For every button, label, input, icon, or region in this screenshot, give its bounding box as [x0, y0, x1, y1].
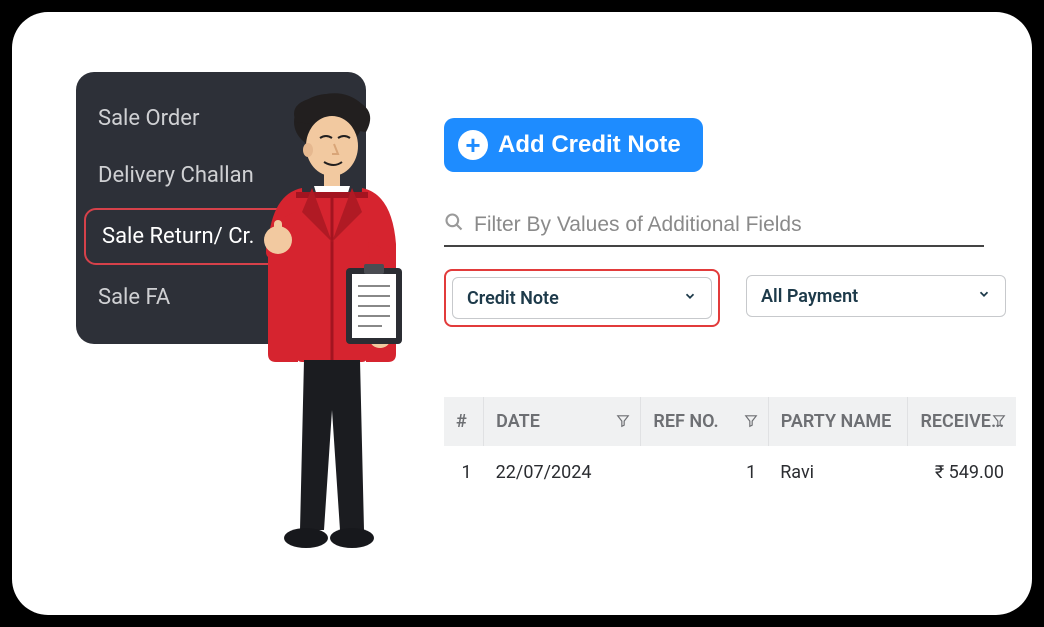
filter-row: [444, 212, 984, 247]
add-credit-note-button[interactable]: + Add Credit Note: [444, 118, 703, 172]
col-header-party[interactable]: PARTY NAME: [768, 397, 908, 446]
table-row[interactable]: 1 22/07/2024 1 Ravi ₹ 549.00: [444, 446, 1016, 499]
filter-icon[interactable]: [992, 411, 1006, 432]
filter-icon[interactable]: [744, 411, 758, 432]
type-dropdown[interactable]: Credit Note: [452, 277, 712, 319]
col-header-received[interactable]: RECEIVE…: [908, 397, 1016, 446]
cell-party: Ravi: [768, 446, 908, 499]
plus-icon: +: [458, 130, 488, 160]
sidebar: Sale Order Delivery Challan Sale Return/…: [76, 72, 366, 344]
credit-note-table: # DATE REF NO. PARTY NAME: [444, 397, 1016, 499]
cell-index: 1: [444, 446, 484, 499]
type-dropdown-highlight: Credit Note: [444, 269, 720, 327]
cell-ref: 1: [641, 446, 768, 499]
chevron-down-icon: [977, 287, 991, 305]
table-header-row: # DATE REF NO. PARTY NAME: [444, 397, 1016, 446]
type-dropdown-label: Credit Note: [467, 288, 559, 309]
filter-input[interactable]: [474, 213, 984, 237]
sidebar-item-sale-return[interactable]: Sale Return/ Cr.: [84, 208, 358, 265]
sidebar-item-sale-fa[interactable]: Sale FA: [76, 269, 366, 326]
payment-dropdown-wrap: All Payment: [740, 269, 1012, 327]
sidebar-item-delivery-challan[interactable]: Delivery Challan: [76, 147, 366, 204]
col-header-ref-label: REF NO.: [653, 411, 718, 432]
payment-dropdown-label: All Payment: [761, 286, 858, 307]
app-card: Sale Order Delivery Challan Sale Return/…: [12, 12, 1032, 615]
add-button-label: Add Credit Note: [498, 131, 681, 159]
col-header-ref[interactable]: REF NO.: [641, 397, 768, 446]
payment-dropdown[interactable]: All Payment: [746, 275, 1006, 317]
col-header-date[interactable]: DATE: [484, 397, 641, 446]
dropdown-row: Credit Note All Payment: [444, 269, 1002, 327]
cell-received: ₹ 549.00: [908, 446, 1016, 499]
col-header-index[interactable]: #: [444, 397, 484, 446]
cell-date: 22/07/2024: [484, 446, 641, 499]
col-header-date-label: DATE: [496, 411, 540, 432]
chevron-down-icon: [683, 289, 697, 307]
main-content: + Add Credit Note Credit Note: [444, 118, 1002, 499]
search-icon: [444, 212, 464, 237]
filter-icon[interactable]: [616, 411, 630, 432]
sidebar-item-sale-order[interactable]: Sale Order: [76, 90, 366, 147]
